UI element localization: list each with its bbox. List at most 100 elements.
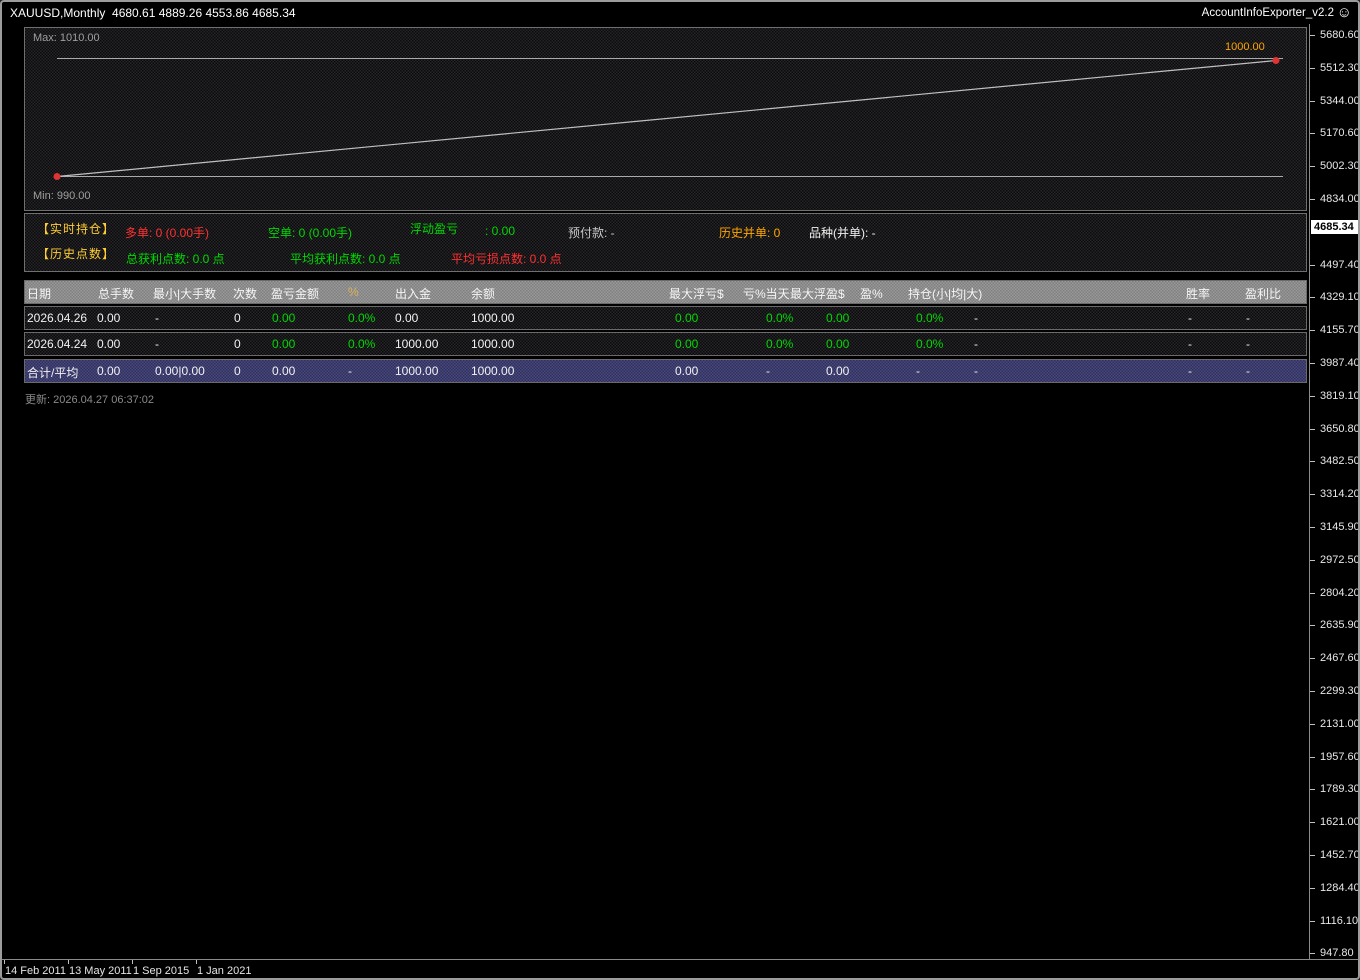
table-cell: 0.00 [675,337,699,351]
margin-label: 预付款: - [568,226,615,240]
table-cell: 1000.00 [471,364,515,378]
floating-pnl-value: : 0.00 [485,224,516,238]
table-header-cell: 余额 [471,287,496,301]
price-axis-tick [1310,822,1315,824]
price-axis-tick [1310,527,1315,528]
price-axis-tick [1310,592,1315,594]
table-header-cell: 最小|大手数 [153,287,217,301]
table-cell: 0.00 [97,337,121,351]
history-merged-label: 历史并单: 0 [719,226,781,240]
table-cell: - [1188,364,1192,378]
price-axis-label: 2804.20 [1320,586,1360,599]
table-row: 2026.04.24 0.00 - 0 0.00 0.0% 1000.00 1000.00 0.… [24,332,1307,356]
equity-curve-svg [53,57,1283,180]
equity-subchart[interactable]: Max: 1010.00 Min: 990.00 1000.00 [24,27,1307,211]
price-axis-label: 2635.90 [1320,619,1360,632]
price-axis-label: 5002.30 [1320,160,1360,173]
avg-loss-points-label: 平均亏损点数: 0.0 点 [451,252,562,266]
expert-smiley-icon[interactable]: ☺ [1337,4,1352,21]
mt4-chart-window: XAUUSD,Monthly 4680.61 4889.26 4553.86 4… [0,0,1360,980]
table-cell: 0.00 [272,337,296,351]
table-row: 2026.04.26 0.00 - 0 0.00 0.0% 0.00 1000.00 0.00 0… [24,306,1307,330]
table-cell: 0.00 [272,311,296,325]
price-axis-tick [1310,756,1315,758]
symbol-ohlc-label: XAUUSD,Monthly 4680.61 4889.26 4553.86 4… [10,6,296,20]
table-cell: 0.00 [395,311,419,325]
table-cell: - [974,311,978,325]
table-cell: - [1246,311,1250,325]
price-axis-tick [1310,953,1315,955]
price-axis-tick [1310,789,1315,791]
table-cell: 1000.00 [395,337,439,351]
account-info-panel: 【实时持仓】 多单: 0 (0.00手) 空单: 0 (0.00手) 浮动盈亏 … [24,213,1307,272]
table-header-cell: 日期 [27,287,52,301]
price-axis-label: 2467.60 [1320,652,1360,665]
price-axis-tick [1310,855,1315,856]
time-axis-tick [68,960,69,964]
long-orders-label: 多单: 0 (0.00手) [125,226,210,240]
price-axis-tick [1310,35,1315,36]
table-cell: - [1188,337,1192,351]
price-axis-label: 3482.50 [1320,455,1360,468]
table-cell: 1000.00 [471,337,515,351]
time-axis[interactable]: 14 Feb 2011 13 May 2011 1 Sep 2015 1 Jan 20… [2,959,1358,978]
price-axis-label: 5680.60 [1320,29,1360,41]
price-axis-label: 4497.40 [1320,258,1360,271]
update-timestamp: 更新: 2026.04.27 06:37:02 [25,394,155,406]
time-axis-label: 14 Feb 2011 [5,965,66,977]
price-axis-tick [1310,887,1315,889]
chart-title-bar: XAUUSD,Monthly 4680.61 4889.26 4553.86 4… [2,2,1358,24]
table-header-cell: 次数 [233,287,258,301]
table-cell: 0.0% [916,311,944,325]
equity-line [56,59,1277,178]
table-cell: 0.00 [826,311,850,325]
price-axis-label: 1957.60 [1320,750,1360,763]
price-axis-label: 1452.70 [1320,849,1360,861]
price-axis-label: 3314.20 [1320,488,1360,501]
table-header-cell: 盈利比 [1245,287,1282,301]
current-price-label: 4685.34 [1311,220,1358,234]
table-header-cell: 亏%当天 [743,287,790,301]
price-axis[interactable]: 4685.34 5680.60 5512.30 5344.00 5170.60 5002… [1309,24,1360,959]
table-header-cell: 总手数 [98,287,135,301]
table-cell: - [1246,364,1250,378]
table-cell: - [974,364,978,378]
stats-table-header: 日期 总手数 最小|大手数 次数 盈亏金额% 出入金 余额 最大浮亏$ 亏%当天 最大浮盈$ 盈% 持… [24,280,1307,304]
table-cell: - [155,337,159,351]
price-axis-tick [1310,166,1315,168]
time-axis-tick [4,960,5,964]
table-cell: 0.00 [675,364,699,378]
table-cell: - [916,364,920,378]
table-cell: 0 [234,337,241,351]
table-cell: - [1246,337,1250,351]
table-cell: 0.0% [766,311,794,325]
price-axis-label: 1284.40 [1320,881,1360,894]
price-axis-tick [1310,199,1315,200]
table-cell: 0.00|0.00 [155,364,205,378]
price-axis-tick [1310,559,1315,561]
table-cell: 0 [234,311,241,325]
price-axis-tick [1310,625,1315,627]
history-points-title: 【历史点数】 [37,247,116,261]
time-axis-tick [132,960,133,964]
realtime-position-title: 【实时持仓】 [37,222,116,236]
table-cell: 0.00 [826,337,850,351]
time-axis-tick [196,960,197,964]
time-axis-label: 1 Sep 2015 [133,965,190,977]
price-axis-label: 2299.30 [1320,685,1360,697]
time-axis-label: 13 May 2011 [69,965,132,977]
table-header-cell: 盈% [860,287,883,301]
price-axis-tick [1310,691,1315,692]
table-cell: 1000.00 [395,364,439,378]
price-axis-tick [1310,494,1315,496]
table-cell: 合计/平均 [27,366,79,380]
short-orders-label: 空单: 0 (0.00手) [268,226,353,240]
price-axis-label: 3987.40 [1320,357,1360,369]
price-axis-label: 1116.10 [1320,914,1359,927]
table-header-cell: 最大浮盈$ [790,287,845,301]
avg-profit-points-label: 平均获利点数: 0.0 点 [290,252,401,266]
price-axis-label: 3650.80 [1320,422,1360,435]
table-cell: - [155,311,159,325]
price-axis-tick [1310,67,1315,69]
time-axis-label: 1 Jan 2021 [197,965,252,977]
